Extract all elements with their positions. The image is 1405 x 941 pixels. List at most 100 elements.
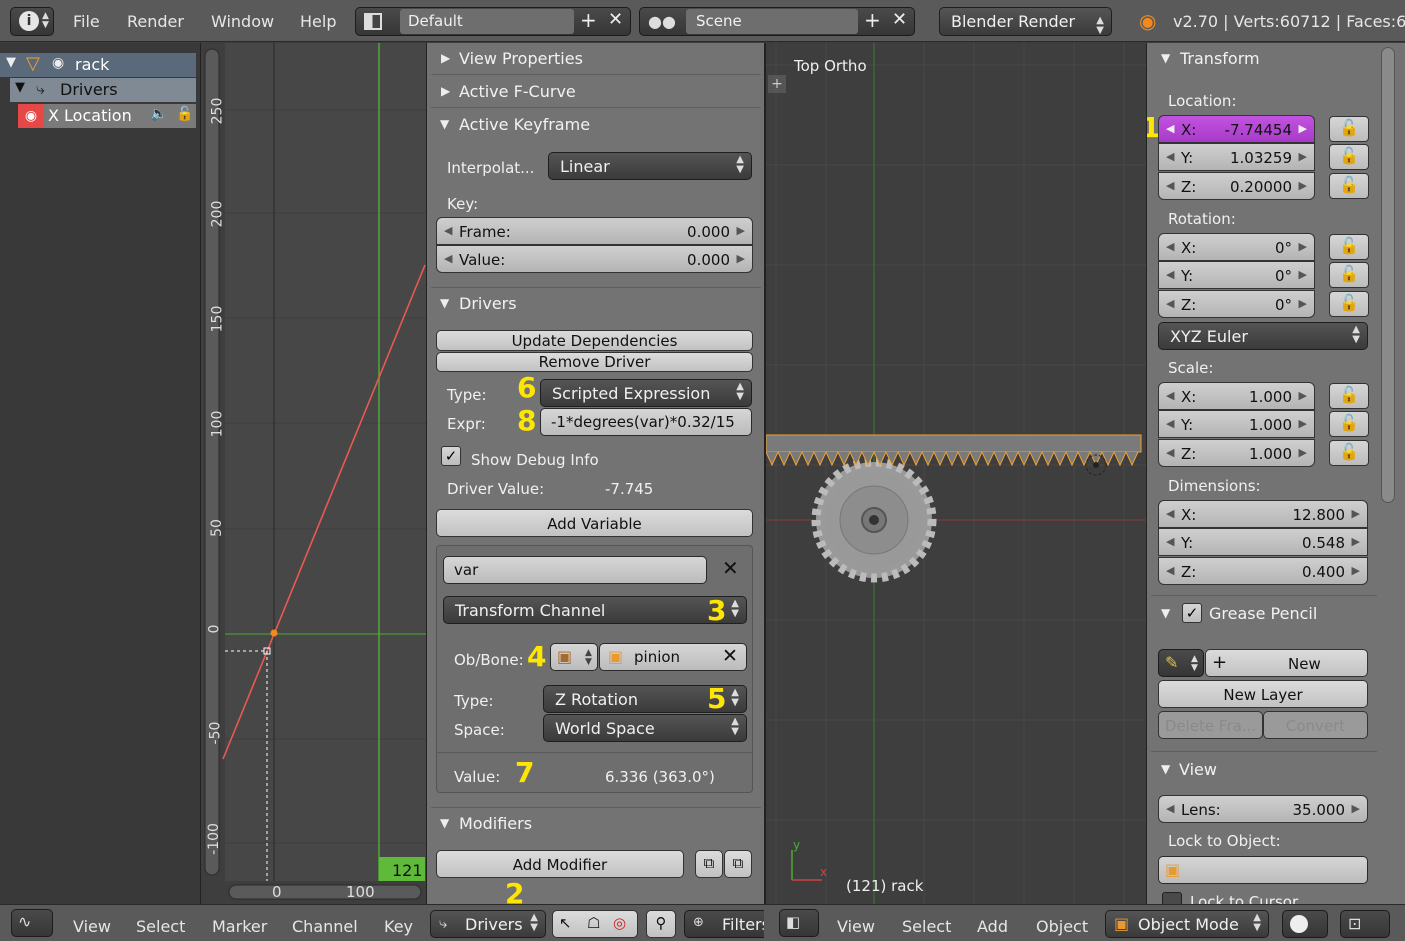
- 3d-viewport[interactable]: Top Ortho + y x (121) rack: [764, 43, 1148, 905]
- layout-name[interactable]: Default: [400, 9, 574, 34]
- arrow-right-icon[interactable]: ▶: [1299, 150, 1307, 163]
- arrow-right-icon[interactable]: ▶: [1299, 122, 1307, 135]
- target-object-field[interactable]: ▣ pinion ✕: [599, 643, 747, 671]
- lock-icon[interactable]: 🔓: [1329, 173, 1369, 199]
- driver-type-dropdown[interactable]: Scripted Expression ▲ ▼: [540, 379, 752, 407]
- panel-active-keyframe[interactable]: ▼ Active Keyframe: [431, 111, 761, 141]
- lock-icon[interactable]: 🔓: [1329, 291, 1369, 317]
- eye-icon[interactable]: ◉: [52, 55, 64, 71]
- render-engine-dropdown[interactable]: Blender Render ▲ ▼: [939, 7, 1112, 36]
- arrow-left-icon[interactable]: ◀: [1166, 564, 1174, 577]
- close-icon[interactable]: ✕: [608, 9, 623, 30]
- menu-render[interactable]: Render: [127, 12, 184, 31]
- arrow-right-icon[interactable]: ▶: [737, 252, 745, 265]
- rotation-mode-dropdown[interactable]: XYZ Euler ▲ ▼: [1158, 322, 1368, 350]
- close-icon[interactable]: ✕: [892, 9, 907, 30]
- clear-icon[interactable]: ✕: [722, 645, 738, 667]
- menu-select[interactable]: Select: [902, 917, 951, 936]
- menu-file[interactable]: File: [73, 12, 100, 31]
- object-mode-dropdown[interactable]: ▣ Object Mode ▲ ▼: [1105, 910, 1269, 938]
- frame-field[interactable]: ◀ Frame: 0.000 ▶: [436, 217, 753, 245]
- arrow-left-icon[interactable]: ◀: [1166, 507, 1174, 520]
- lock-object-field[interactable]: ▣: [1158, 856, 1368, 884]
- menu-view[interactable]: View: [837, 917, 875, 936]
- arrow-left-icon[interactable]: ◀: [1166, 417, 1174, 430]
- rotation-x-field[interactable]: ◀ X: 0° ▶: [1158, 233, 1315, 261]
- arrow-right-icon[interactable]: ▶: [1352, 507, 1360, 520]
- editor-type-dropdown[interactable]: ∿: [11, 909, 53, 937]
- arrow-left-icon[interactable]: ◀: [1166, 389, 1174, 402]
- remove-driver-button[interactable]: Remove Driver: [436, 352, 753, 372]
- toolshelf-toggle-icon[interactable]: +: [768, 75, 786, 93]
- search-icon[interactable]: ⚲: [646, 910, 676, 938]
- arrow-right-icon[interactable]: ▶: [1352, 564, 1360, 577]
- new-grease-pencil-button[interactable]: + New: [1205, 649, 1368, 677]
- error-icon[interactable]: ◎: [613, 914, 626, 932]
- ghost-icon[interactable]: ☖: [587, 914, 600, 932]
- add-variable-button[interactable]: Add Variable: [436, 509, 753, 537]
- paste-modifiers-icon[interactable]: ⧉: [724, 850, 752, 878]
- scale-x-field[interactable]: ◀ X: 1.000 ▶: [1158, 382, 1315, 410]
- arrow-left-icon[interactable]: ◀: [1166, 179, 1174, 192]
- variable-type-dropdown[interactable]: Transform Channel ▲ ▼: [443, 596, 747, 624]
- expand-icon[interactable]: ▼: [15, 80, 25, 95]
- lock-icon[interactable]: 🔓: [1329, 234, 1369, 260]
- arrow-right-icon[interactable]: ▶: [1299, 240, 1307, 253]
- menu-object[interactable]: Object: [1036, 917, 1088, 936]
- pivot-dropdown[interactable]: ⊡: [1340, 910, 1390, 938]
- dimension-z-field[interactable]: ◀ Z: 0.400 ▶: [1158, 557, 1368, 585]
- lock-icon[interactable]: 🔓: [1329, 116, 1369, 142]
- eye-icon[interactable]: ◉: [18, 104, 44, 128]
- menu-select[interactable]: Select: [136, 917, 185, 936]
- delete-frame-button[interactable]: Delete Fra...: [1158, 711, 1263, 739]
- new-layer-button[interactable]: New Layer: [1158, 680, 1368, 708]
- menu-key[interactable]: Key: [384, 917, 413, 936]
- arrow-right-icon[interactable]: ▶: [1299, 446, 1307, 459]
- channel-drivers[interactable]: ▼ ⤷ Drivers: [10, 78, 196, 102]
- lock-icon[interactable]: 🔓: [1329, 411, 1369, 437]
- arrow-right-icon[interactable]: ▶: [1352, 802, 1360, 815]
- rack-object[interactable]: [766, 434, 1142, 467]
- arrow-right-icon[interactable]: ▶: [737, 224, 745, 237]
- panel-active-fcurve[interactable]: ▶ Active F-Curve: [431, 78, 761, 108]
- grease-pencil-checkbox[interactable]: ✓: [1182, 603, 1202, 623]
- variable-name-input[interactable]: var: [443, 556, 707, 584]
- location-x-field[interactable]: ◀ X: -7.74454 ▶: [1158, 115, 1315, 143]
- scrollbar[interactable]: [1381, 47, 1395, 503]
- dimension-y-field[interactable]: ◀ Y: 0.548 ▶: [1158, 528, 1368, 556]
- graph-mode-dropdown[interactable]: ⤷ Drivers ▲ ▼: [430, 910, 546, 938]
- arrow-left-icon[interactable]: ◀: [1166, 240, 1174, 253]
- lock-icon[interactable]: 🔓: [1329, 440, 1369, 466]
- add-icon[interactable]: +: [580, 8, 597, 32]
- rotation-z-field[interactable]: ◀ Z: 0° ▶: [1158, 290, 1315, 318]
- add-icon[interactable]: +: [864, 8, 881, 32]
- cursor-icon[interactable]: ↖: [559, 914, 572, 932]
- graph-canvas[interactable]: [201, 43, 427, 905]
- viewport-canvas[interactable]: [766, 43, 1148, 905]
- id-type-dropdown[interactable]: ▣ ▲ ▼: [550, 643, 598, 671]
- panel-view-properties[interactable]: ▶ View Properties: [431, 45, 761, 75]
- pinion-gear[interactable]: [811, 457, 937, 583]
- lock-icon[interactable]: 🔓: [176, 106, 193, 122]
- dimension-x-field[interactable]: ◀ X: 12.800 ▶: [1158, 500, 1368, 528]
- filters-popover[interactable]: ⊕ Filters: [684, 910, 774, 938]
- lock-icon[interactable]: 🔓: [1329, 383, 1369, 409]
- scene-name[interactable]: Scene: [686, 9, 858, 34]
- remove-variable-icon[interactable]: ✕: [722, 556, 739, 580]
- space-dropdown[interactable]: World Space ▲ ▼: [543, 714, 747, 742]
- lens-field[interactable]: ◀ Lens: 35.000 ▶: [1158, 795, 1368, 823]
- arrow-left-icon[interactable]: ◀: [444, 224, 452, 237]
- interpolation-dropdown[interactable]: Linear ▲ ▼: [548, 152, 752, 180]
- scale-y-field[interactable]: ◀ Y: 1.000 ▶: [1158, 410, 1315, 438]
- arrow-right-icon[interactable]: ▶: [1299, 389, 1307, 402]
- channel-object-rack[interactable]: ▼ ▽ ◉ rack: [0, 53, 196, 77]
- arrow-left-icon[interactable]: ◀: [1166, 150, 1174, 163]
- copy-modifiers-icon[interactable]: ⧉: [695, 850, 723, 878]
- filter-toggles[interactable]: ↖ ☖ ◎: [552, 910, 638, 938]
- grease-pencil-source-dropdown[interactable]: ✎ ▲ ▼: [1158, 649, 1204, 677]
- arrow-left-icon[interactable]: ◀: [1166, 268, 1174, 281]
- location-z-field[interactable]: ◀ Z: 0.20000 ▶: [1158, 172, 1315, 200]
- panel-view[interactable]: ▼ View: [1151, 751, 1377, 785]
- layout-selector[interactable]: Default + ✕: [355, 7, 631, 36]
- scale-z-field[interactable]: ◀ Z: 1.000 ▶: [1158, 439, 1315, 467]
